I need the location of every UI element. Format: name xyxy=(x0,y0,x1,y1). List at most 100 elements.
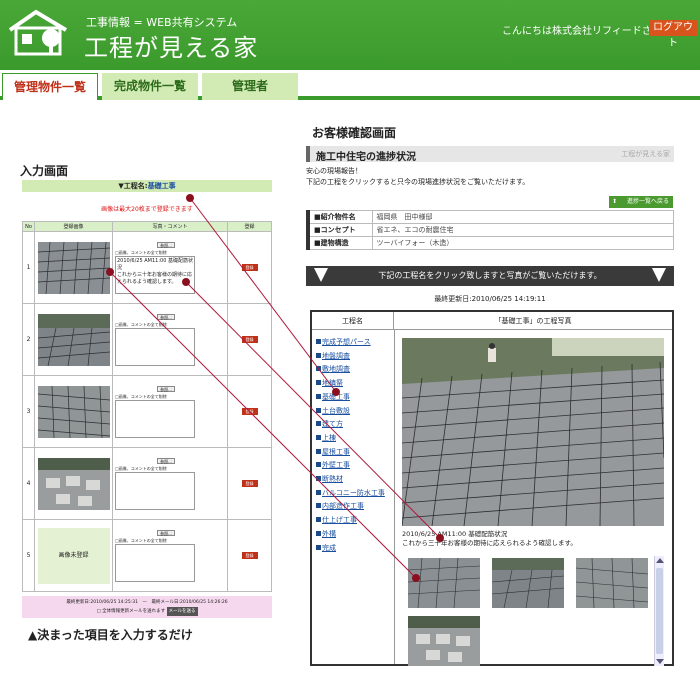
input-screen-caption: 入力画面 xyxy=(20,164,69,178)
property-value: 省エネ、エコの耐震住宅 xyxy=(371,223,674,237)
stage-link[interactable]: 外構 xyxy=(316,528,394,542)
tab-bar: 管理物件一覧 完成物件一覧 管理者 xyxy=(0,70,700,100)
stage-link[interactable]: 内部造作工事 xyxy=(316,500,394,514)
property-label: ■紹介物件名 xyxy=(306,210,373,224)
form-footer: 最終更新日:2010/06/25 14:25:31 — 最終メール日:2010/… xyxy=(22,596,272,618)
register-button[interactable]: 登録 xyxy=(241,408,258,415)
comment-textarea[interactable]: 2010/6/25 AM11:00 基礎配筋状況 これから三十年お客様の期待に応… xyxy=(115,255,195,294)
scroll-up-icon[interactable] xyxy=(656,558,664,563)
last-updated: 最終更新日:2010/06/25 14:19:11 xyxy=(434,295,546,303)
stage-name-link[interactable]: 基礎工事 xyxy=(148,182,176,190)
input-form: ▼工程名:基礎工事 画像は最大20枚まで登録できます No 登録画像 写真・コメ… xyxy=(22,180,272,620)
main-construction-photo xyxy=(402,338,664,526)
app-header: 工事情報 = WEB共有システム 工程が見える家 こんにちは株式会社リフィードさ… xyxy=(0,0,700,70)
gallery-thumbnail[interactable] xyxy=(576,558,648,608)
register-button[interactable]: 登録 xyxy=(241,264,258,271)
stage-link[interactable]: 土台敷設 xyxy=(316,405,394,419)
table-row: 5 画像未登録 参照... □画像、コメントの全て削除 登録 xyxy=(22,519,272,592)
comment-textarea[interactable] xyxy=(115,399,195,438)
mail-checkbox[interactable]: □ 全体情報更新メールを送れます xyxy=(96,609,165,614)
section-title: 施工中住宅の進捗状況 xyxy=(316,152,416,163)
stage-link[interactable]: 地鎮祭 xyxy=(316,377,394,391)
col-comment: 写真・コメント xyxy=(112,221,228,232)
scroll-down-icon[interactable] xyxy=(656,659,664,664)
instruction-banner: 下記の工程名をクリック致しますと写真がご覧いただけます。 xyxy=(306,266,674,286)
browse-button[interactable]: 参照... xyxy=(157,241,175,248)
row-number: 5 xyxy=(22,519,35,592)
gallery-thumbnail[interactable] xyxy=(408,558,480,608)
property-label: ■コンセプト xyxy=(306,223,373,237)
stage-link[interactable]: 敷地調査 xyxy=(316,363,394,377)
table-header-row: No 登録画像 写真・コメント 登録 xyxy=(22,221,272,232)
tab-managed-properties[interactable]: 管理物件一覧 xyxy=(2,73,98,100)
row-number: 1 xyxy=(22,231,35,304)
row-number: 3 xyxy=(22,375,35,448)
stage-link[interactable]: 上棟 xyxy=(316,432,394,446)
stage-list: 完成予想パース 地盤調査 敷地調査 地鎮祭 基礎工事 土台敷設 建て方 上棟 屋… xyxy=(316,336,394,555)
bottom-caption: ▲決まった項目を入力するだけ xyxy=(28,628,193,642)
stage-column-header: 工程名 xyxy=(312,312,394,330)
stage-link[interactable]: 屋根工事 xyxy=(316,446,394,460)
gallery-thumbnail[interactable] xyxy=(408,616,480,666)
arrow-down-icon xyxy=(652,268,666,282)
section-logo: 工程が見える家 xyxy=(621,150,670,158)
stage-link[interactable]: 完成 xyxy=(316,542,394,556)
stage-link[interactable]: 断熱材 xyxy=(316,473,394,487)
stage-link[interactable]: 地盤調査 xyxy=(316,350,394,364)
stage-link[interactable]: 仕上げ工事 xyxy=(316,514,394,528)
customer-screen-caption: お客様確認画面 xyxy=(312,126,397,140)
stage-link[interactable]: 基礎工事 xyxy=(316,391,394,405)
stage-link[interactable]: 外壁工事 xyxy=(316,459,394,473)
logout-button[interactable]: ログアウト xyxy=(649,20,697,49)
tab-completed-properties[interactable]: 完成物件一覧 xyxy=(102,73,198,100)
photo-thumbnail[interactable] xyxy=(37,385,110,438)
no-image-placeholder: 画像未登録 xyxy=(37,527,110,584)
gallery-scrollbar[interactable] xyxy=(654,556,664,666)
photo-thumbnail[interactable] xyxy=(37,241,110,294)
photo-entry-table: No 登録画像 写真・コメント 登録 1 参照... □画像、コメントの全て削除 2… xyxy=(22,221,272,592)
arrow-up-icon: ⬆ xyxy=(612,198,618,205)
stage-photo-panel: 工程名 「基礎工事」の工程写真 完成予想パース 地盤調査 敷地調査 地鎮祭 基礎… xyxy=(310,310,674,666)
table-row: 3 参照... □画像、コメントの全て削除 登録 xyxy=(22,375,272,448)
stage-name-bar: ▼工程名:基礎工事 xyxy=(22,180,272,192)
arrow-down-icon xyxy=(314,268,328,282)
stage-link[interactable]: 建て方 xyxy=(316,418,394,432)
image-limit-note: 画像は最大20枚まで登録できます xyxy=(101,206,193,213)
back-to-list-button[interactable]: ⬆ 進捗一覧へ戻る xyxy=(609,196,673,208)
browse-button[interactable]: 参照... xyxy=(157,385,175,392)
browse-button[interactable]: 参照... xyxy=(157,529,175,536)
table-row: 2 参照... □画像、コメントの全て削除 登録 xyxy=(22,303,272,376)
row-number: 4 xyxy=(22,447,35,520)
comment-textarea[interactable] xyxy=(115,543,195,582)
table-row: 1 参照... □画像、コメントの全て削除 2010/6/25 AM11:00 基礎… xyxy=(22,231,272,304)
progress-section-header: 施工中住宅の進捗状況 工程が見える家 xyxy=(306,146,674,163)
property-value: 福岡県 田中様邸 xyxy=(371,210,674,224)
col-register: 登録 xyxy=(227,221,272,232)
col-no: No xyxy=(22,221,35,232)
comment-textarea[interactable] xyxy=(115,471,195,510)
tab-administrator[interactable]: 管理者 xyxy=(202,73,298,100)
footer-dates: 最終更新日:2010/06/25 14:25:31 — 最終メール日:2010/… xyxy=(66,600,228,605)
register-button[interactable]: 登録 xyxy=(241,480,258,487)
photo-caption: 2010/6/25 AM11:00 基礎配筋状況 これから三十年お客様の期待に応… xyxy=(402,530,577,547)
stage-link[interactable]: バルコニー防水工事 xyxy=(316,487,394,501)
gallery-thumbnail[interactable] xyxy=(492,558,564,608)
house-logo-icon xyxy=(8,9,68,56)
browse-button[interactable]: 参照... xyxy=(157,457,175,464)
photo-thumbnail[interactable] xyxy=(37,313,110,366)
photo-column-header: 「基礎工事」の工程写真 xyxy=(394,312,672,330)
register-button[interactable]: 登録 xyxy=(241,336,258,343)
photo-thumbnail[interactable] xyxy=(37,457,110,510)
send-mail-button[interactable]: メールを送る xyxy=(166,607,198,616)
property-value: ツーバイフォー（木造） xyxy=(371,236,674,250)
property-info-table: ■紹介物件名 福岡県 田中様邸 ■コンセプト 省エネ、エコの耐震住宅 ■建物構造 ツー… xyxy=(306,210,674,250)
browse-button[interactable]: 参照... xyxy=(157,313,175,320)
col-image: 登録画像 xyxy=(34,221,113,232)
app-title: 工程が見える家 xyxy=(84,34,259,62)
page: 工事情報 = WEB共有システム 工程が見える家 こんにちは株式会社リフィードさ… xyxy=(0,0,700,700)
register-button[interactable]: 登録 xyxy=(241,552,258,559)
property-label: ■建物構造 xyxy=(306,236,373,250)
comment-textarea[interactable] xyxy=(115,327,195,366)
stage-link[interactable]: 完成予想パース xyxy=(316,336,394,350)
row-number: 2 xyxy=(22,303,35,376)
